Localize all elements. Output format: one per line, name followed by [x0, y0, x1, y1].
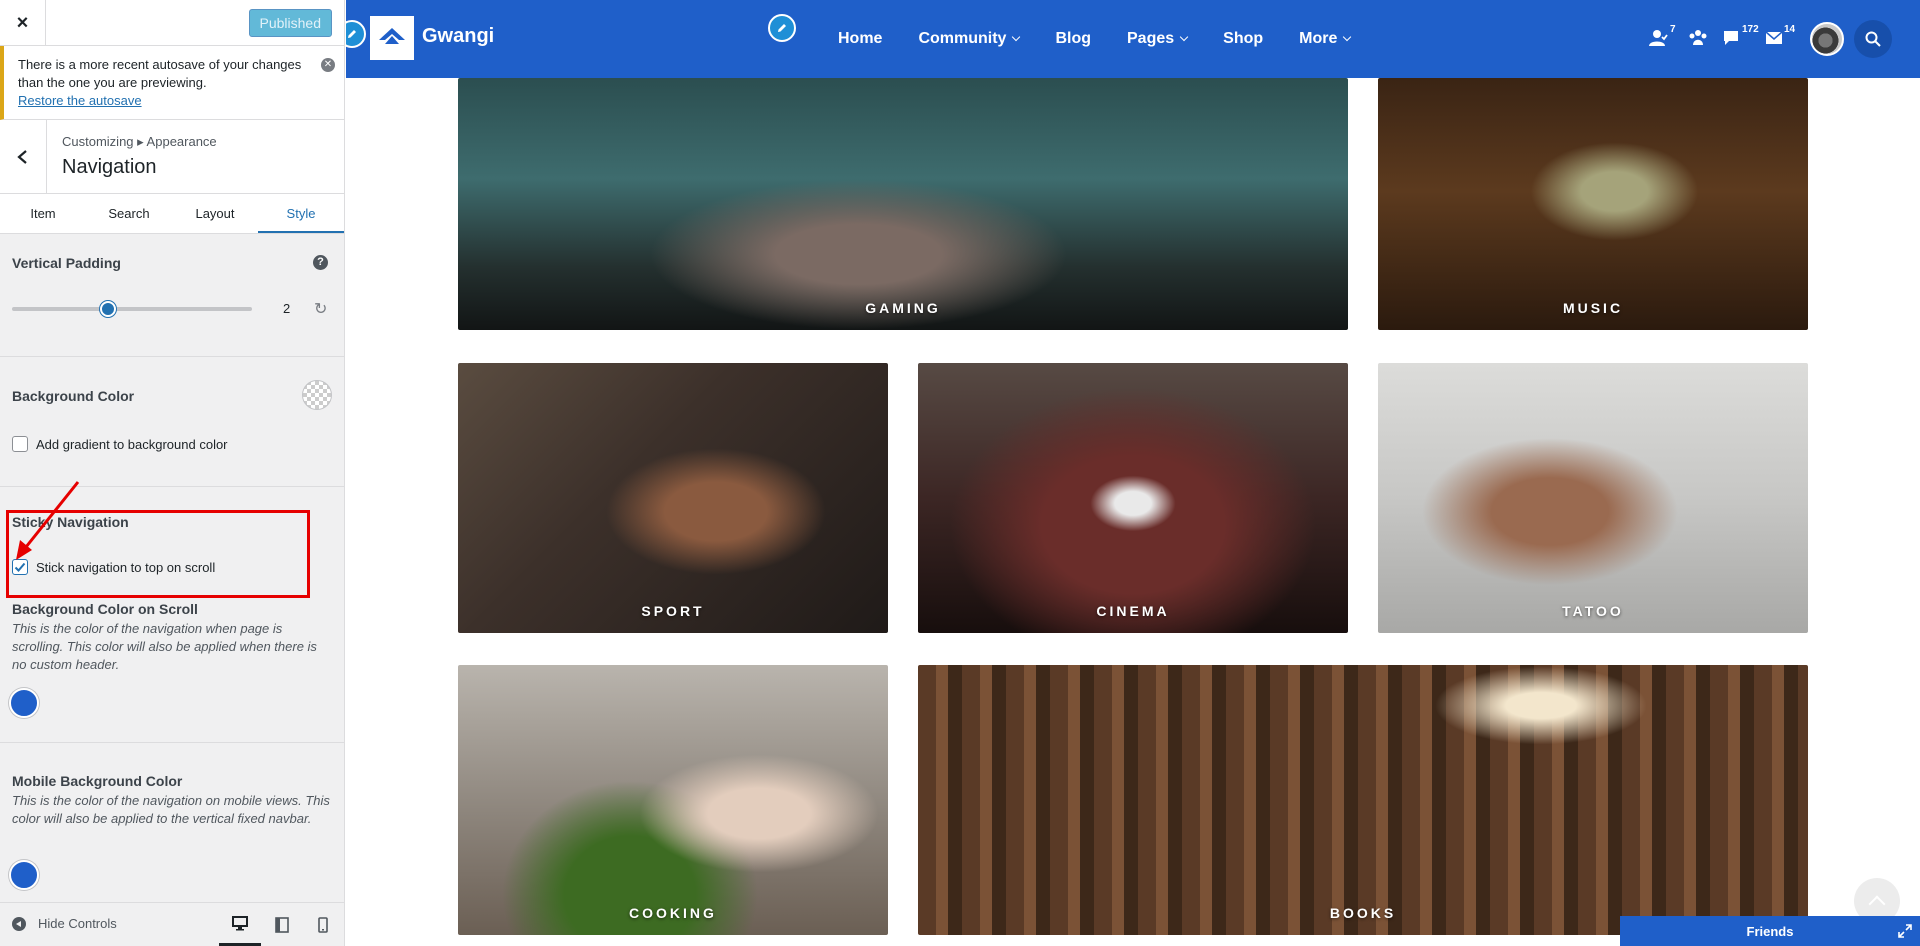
mobile-icon — [318, 917, 328, 933]
restore-autosave-link[interactable]: Restore the autosave — [18, 93, 142, 108]
friend-requests-count: 7 — [1670, 24, 1676, 35]
menu-item-home[interactable]: Home — [838, 30, 882, 48]
divider — [0, 742, 344, 743]
gradient-checkbox-label: Add gradient to background color — [36, 436, 228, 452]
customizer-footer: Hide Controls — [0, 902, 344, 946]
category-tile-cooking[interactable]: COOKING — [458, 665, 888, 935]
mobile-bg-label: Mobile Background Color — [12, 773, 183, 789]
menu-item-label: Pages — [1127, 30, 1175, 47]
logo-icon — [379, 28, 405, 44]
category-tile-sport[interactable]: SPORT — [458, 363, 888, 633]
category-tile-music[interactable]: MUSIC — [1378, 78, 1808, 330]
search-icon — [1865, 31, 1881, 47]
menu-item-label: Shop — [1223, 30, 1264, 47]
bg-on-scroll-color-swatch[interactable] — [9, 688, 39, 718]
groups-icon[interactable] — [1688, 28, 1708, 48]
back-button[interactable] — [0, 120, 47, 194]
vertical-padding-slider-track[interactable] — [12, 307, 252, 311]
control-tabs: Item Search Layout Style — [0, 194, 344, 234]
friends-bar-label: Friends — [1746, 923, 1794, 939]
category-tile-tatoo[interactable]: TATOO — [1378, 363, 1808, 633]
tab-search[interactable]: Search — [86, 194, 172, 233]
site-preview: Gwangi Home Community Blog Pages Shop Mo… — [346, 0, 1920, 946]
section-title: Navigation — [62, 156, 157, 178]
reset-icon[interactable]: ↻ — [314, 299, 327, 319]
friend-requests-icon[interactable] — [1648, 28, 1668, 48]
tablet-icon — [275, 917, 289, 933]
annotation-arrow-icon — [16, 481, 80, 560]
tab-layout[interactable]: Layout — [172, 194, 258, 233]
vertical-padding-slider-handle[interactable] — [100, 301, 116, 317]
tile-label: COOKING — [629, 905, 717, 921]
site-name[interactable]: Gwangi — [422, 25, 494, 48]
chevron-down-icon — [1343, 32, 1352, 42]
category-tile-books[interactable]: BOOKS — [918, 665, 1808, 935]
category-tile-cinema[interactable]: CINEMA — [918, 363, 1348, 633]
tab-item[interactable]: Item — [0, 194, 86, 233]
messages-icon[interactable] — [1722, 28, 1742, 48]
tile-label: CINEMA — [1096, 603, 1170, 619]
tablet-preview-button[interactable] — [261, 903, 303, 946]
messages-count: 172 — [1742, 24, 1759, 35]
autosave-notice: There is a more recent autosave of your … — [0, 46, 344, 120]
menu-item-label: Home — [838, 30, 883, 47]
chevron-down-icon — [1012, 32, 1021, 42]
notifications-icon[interactable] — [1764, 28, 1784, 48]
menu-item-pages[interactable]: Pages — [1127, 30, 1189, 48]
friends-chat-bar[interactable]: Friends — [1620, 916, 1920, 946]
mobile-bg-color-swatch[interactable] — [9, 860, 39, 890]
mobile-preview-button[interactable] — [302, 903, 344, 946]
hide-controls-label: Hide Controls — [38, 916, 117, 931]
gradient-checkbox[interactable] — [12, 436, 28, 452]
vertical-padding-label: Vertical Padding — [12, 255, 121, 271]
help-icon[interactable]: ? — [313, 255, 328, 270]
site-navbar: Gwangi Home Community Blog Pages Shop Mo… — [346, 0, 1920, 78]
customizer-header: × Published — [0, 0, 344, 46]
menu-item-label: Community — [918, 30, 1007, 47]
customizer-sidebar: × Published There is a more recent autos… — [0, 0, 345, 946]
tile-label: SPORT — [641, 603, 705, 619]
desktop-preview-button[interactable] — [219, 903, 261, 946]
vertical-padding-value: 2 — [283, 301, 291, 316]
menu-item-more[interactable]: More — [1299, 30, 1352, 48]
bg-on-scroll-description: This is the color of the navigation when… — [12, 621, 317, 672]
autosave-message: There is a more recent autosave of your … — [18, 57, 302, 90]
notifications-count: 14 — [1784, 24, 1796, 35]
tile-label: GAMING — [865, 300, 941, 316]
chevron-left-icon — [17, 150, 27, 164]
background-color-swatch[interactable] — [302, 380, 332, 410]
primary-menu: Home Community Blog Pages Shop More — [820, 0, 1368, 78]
tile-label: TATOO — [1562, 603, 1624, 619]
divider — [0, 356, 344, 357]
edit-shortcut-icon[interactable] — [346, 20, 366, 48]
user-avatar[interactable] — [1810, 22, 1844, 56]
tab-style[interactable]: Style — [258, 194, 344, 233]
edit-menu-shortcut-icon[interactable] — [768, 14, 796, 42]
tile-label: MUSIC — [1562, 300, 1624, 316]
desktop-icon — [232, 916, 248, 931]
hide-controls-button[interactable]: Hide Controls — [12, 916, 117, 931]
background-color-label: Background Color — [12, 388, 135, 404]
dismiss-notice-icon[interactable]: ✕ — [321, 58, 335, 72]
menu-item-community[interactable]: Community — [918, 30, 1021, 48]
collapse-icon — [12, 916, 26, 931]
search-button[interactable] — [1854, 20, 1892, 58]
section-header: Customizing ▸ Appearance Navigation — [0, 120, 344, 194]
menu-item-blog[interactable]: Blog — [1055, 30, 1091, 48]
category-tile-gaming[interactable]: GAMING — [458, 78, 1348, 330]
publish-button[interactable]: Published — [248, 9, 332, 37]
close-customizer-button[interactable]: × — [0, 0, 46, 46]
chevron-down-icon — [1179, 32, 1189, 42]
mobile-bg-description: This is the color of the navigation on m… — [12, 793, 330, 826]
menu-item-label: More — [1299, 30, 1338, 47]
breadcrumb: Customizing ▸ Appearance — [62, 134, 217, 149]
site-logo[interactable] — [370, 16, 414, 60]
menu-item-label: Blog — [1055, 30, 1091, 47]
bg-on-scroll-label: Background Color on Scroll — [12, 601, 198, 617]
expand-icon[interactable] — [1898, 924, 1912, 938]
menu-item-shop[interactable]: Shop — [1223, 30, 1263, 48]
chevron-up-icon — [1868, 895, 1886, 913]
gradient-option: Add gradient to background color — [12, 436, 228, 452]
